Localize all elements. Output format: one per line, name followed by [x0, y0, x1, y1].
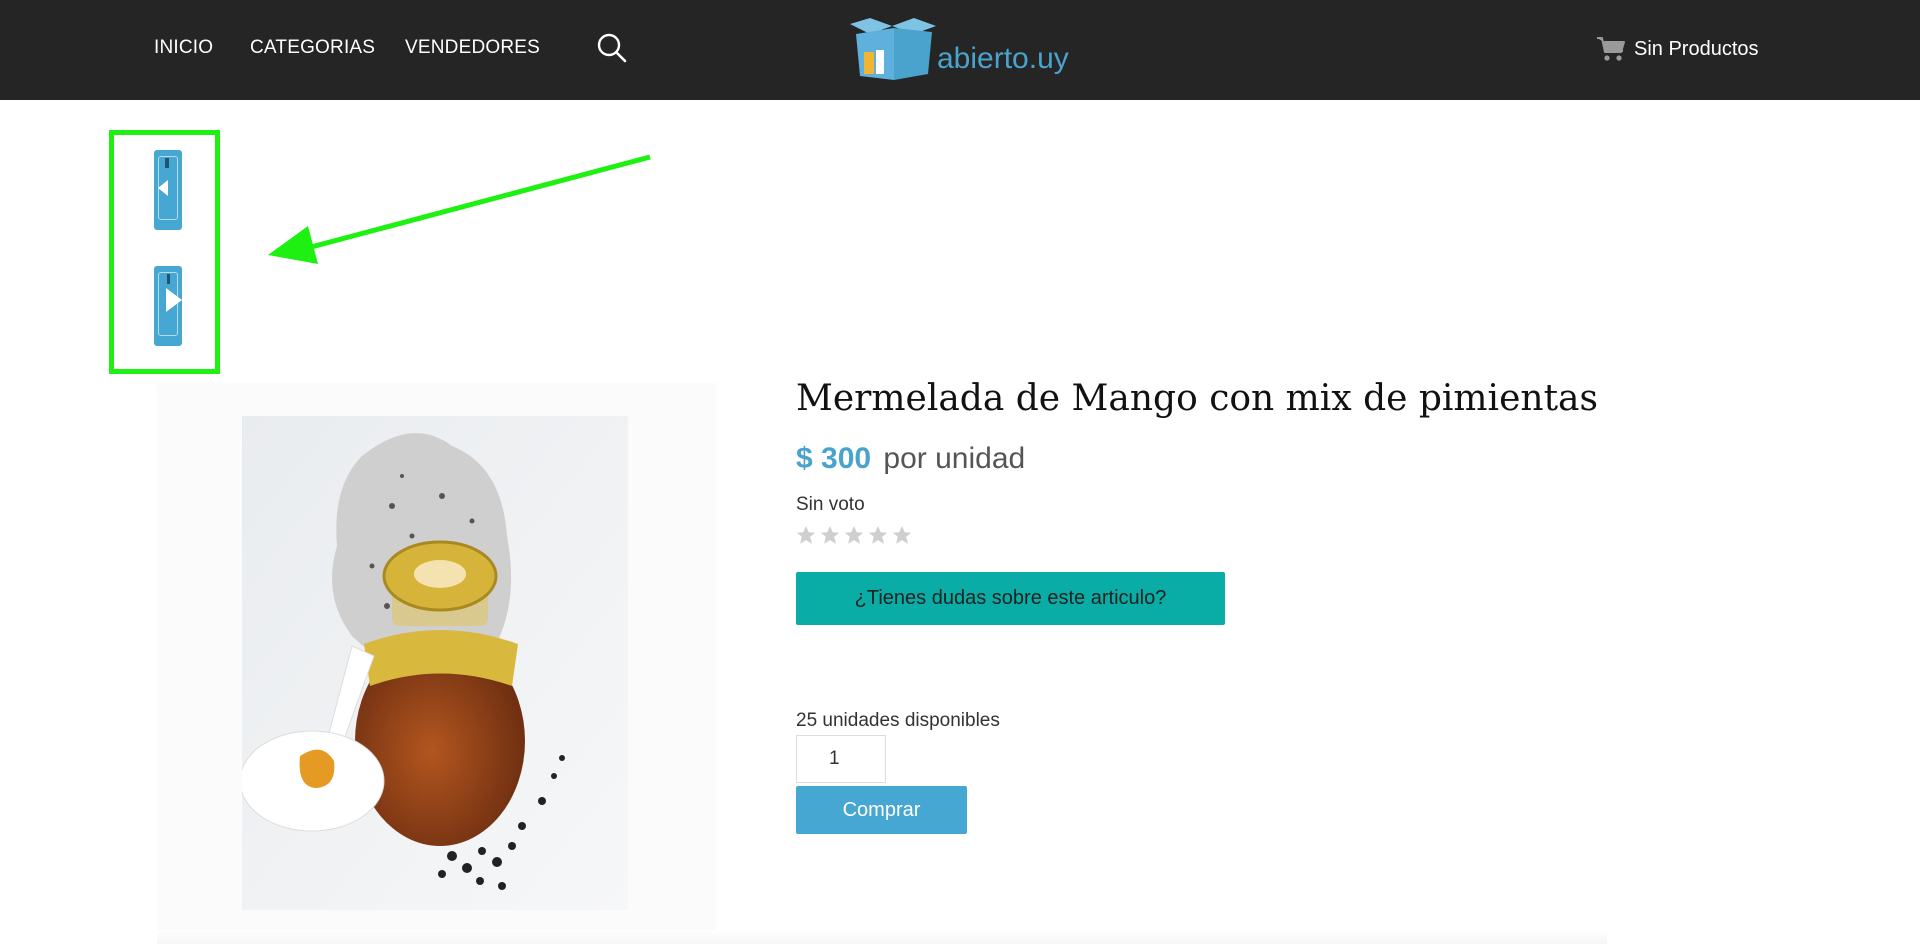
stock-availability: 25 unidades disponibles	[796, 710, 1000, 731]
cart-label: Sin Productos	[1634, 37, 1759, 60]
annotation-arrow	[268, 154, 651, 264]
price-unit: por unidad	[883, 442, 1026, 475]
arrow-right-icon	[166, 274, 182, 312]
price-row: $ 300 por unidad	[796, 442, 1025, 476]
star-icon[interactable]	[819, 524, 841, 546]
buy-button[interactable]: Comprar	[796, 786, 967, 834]
page-divider	[157, 930, 1607, 944]
logo-box-icon	[850, 18, 936, 80]
cart-button[interactable]: Sin Productos	[1596, 34, 1759, 64]
product-title: Mermelada de Mango con mix de pimientas	[796, 378, 1598, 419]
star-icon[interactable]	[795, 524, 817, 546]
nav-categorias[interactable]: CATEGORIAS	[250, 37, 375, 59]
star-icon[interactable]	[843, 524, 865, 546]
product-photo[interactable]	[242, 416, 628, 910]
gallery-prev-button[interactable]	[154, 150, 182, 230]
nav-vendedores[interactable]: VENDEDORES	[405, 37, 540, 59]
star-icon[interactable]	[867, 524, 889, 546]
site-logo[interactable]: abierto.uy	[842, 16, 1072, 80]
rating-stars[interactable]	[795, 524, 913, 546]
top-navbar: INICIO CATEGORIAS VENDEDORES abierto.uy …	[0, 0, 1920, 100]
cart-icon	[1597, 37, 1625, 61]
search-icon[interactable]	[596, 32, 628, 64]
ask-question-button[interactable]: ¿Tienes dudas sobre este articulo?	[796, 572, 1225, 625]
vote-status: Sin voto	[796, 494, 865, 515]
gallery-next-button[interactable]	[154, 266, 182, 346]
product-price: $ 300	[796, 442, 872, 475]
nav-inicio[interactable]: INICIO	[154, 37, 213, 59]
arrow-left-icon	[158, 158, 169, 196]
logo-text: abierto.uy	[937, 42, 1069, 75]
star-icon[interactable]	[891, 524, 913, 546]
quantity-input[interactable]	[796, 735, 886, 783]
